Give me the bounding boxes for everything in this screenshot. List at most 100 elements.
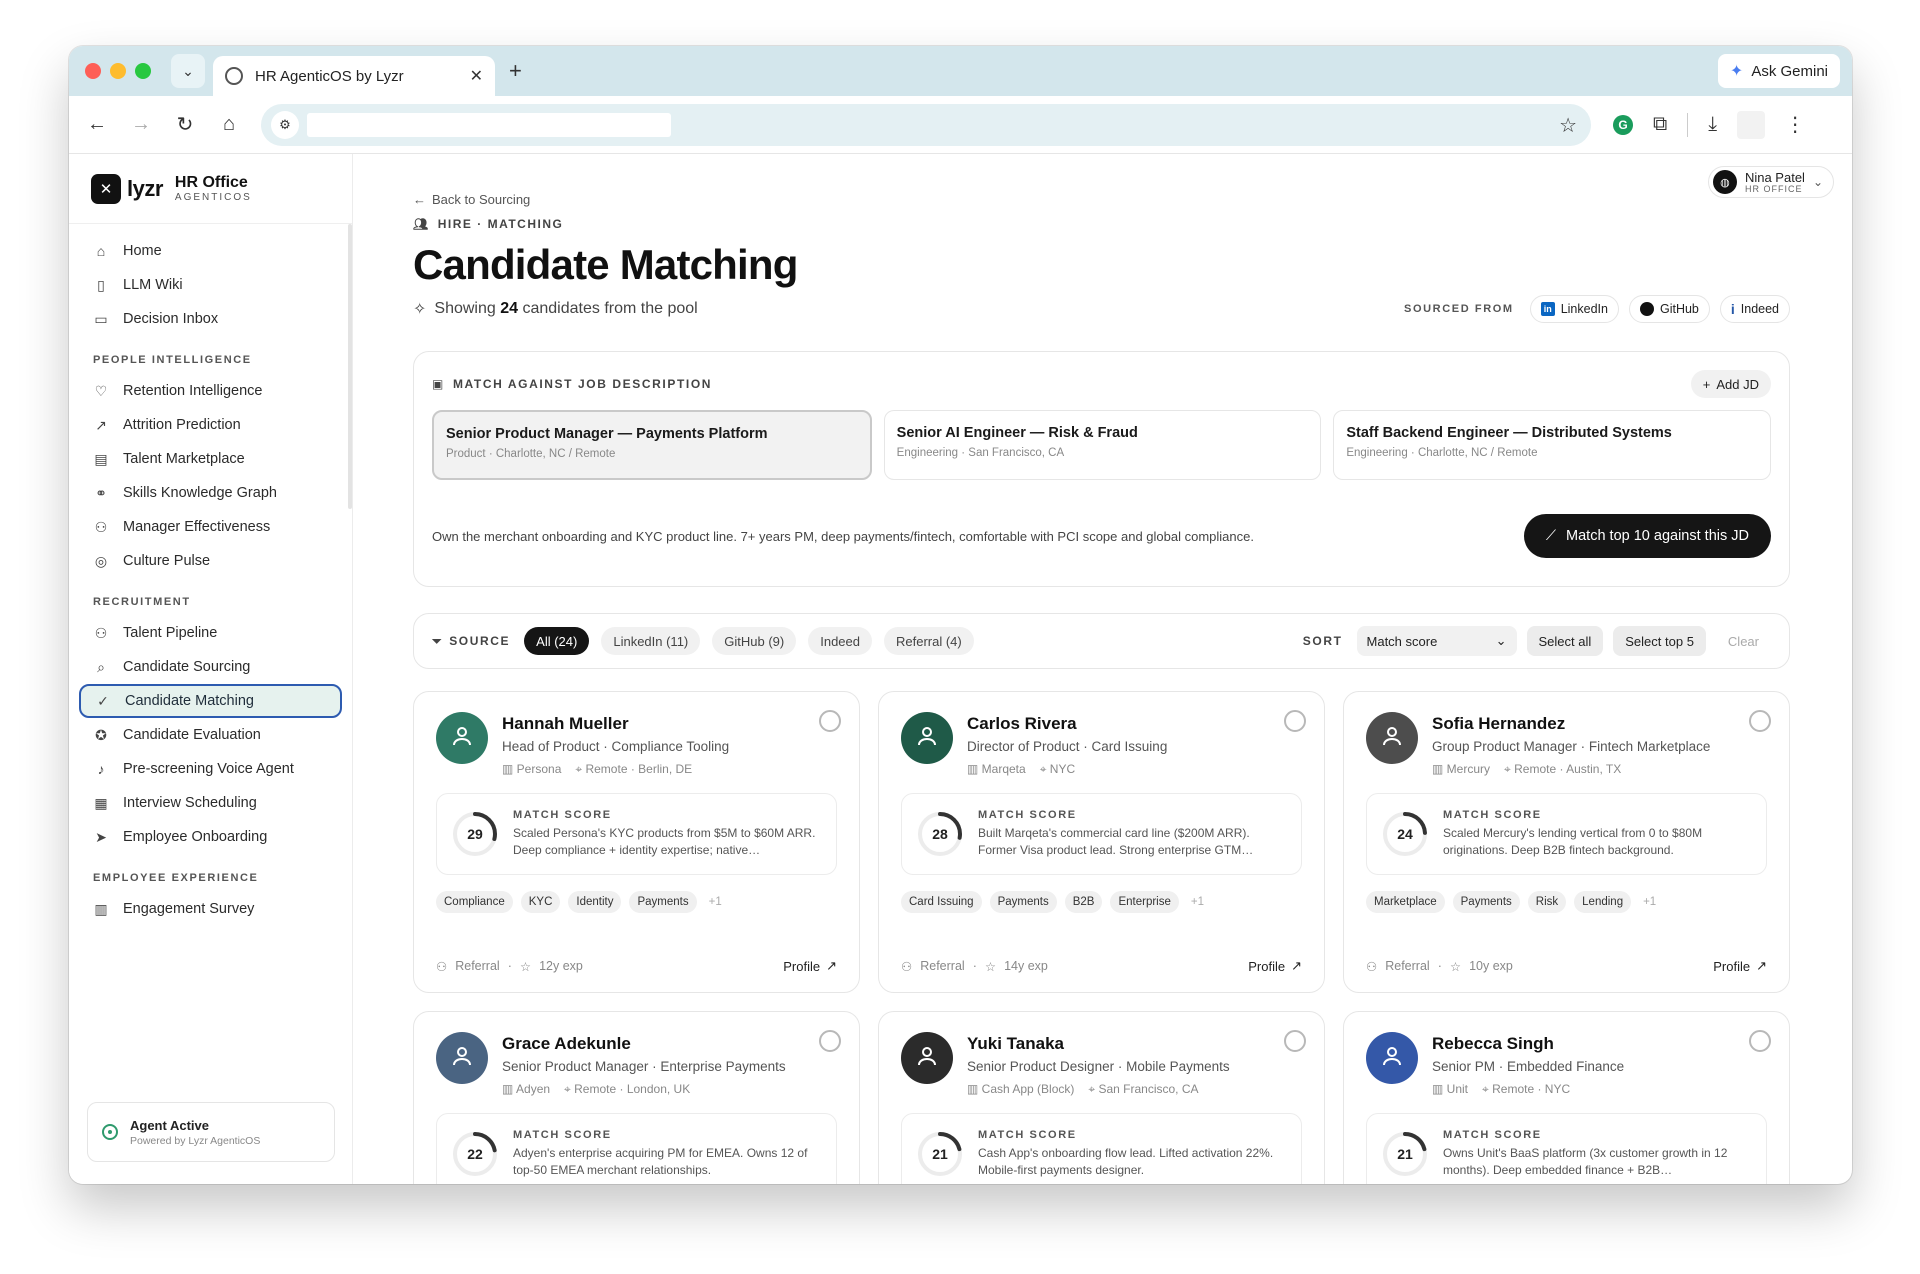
home-button[interactable]: ⌂ [207, 113, 251, 136]
sort-select[interactable]: Match score ⌄ [1356, 626, 1517, 656]
source-chip-indeed[interactable]: i Indeed [1719, 295, 1790, 323]
maximize-window-button[interactable] [135, 63, 151, 79]
sidebar-item-manager-effectiveness[interactable]: ⚇ Manager Effectiveness [79, 510, 342, 544]
candidate-footer-meta: ⚇ Referral · ☆ 12y exp [436, 959, 583, 974]
brand-tagline: AGENTICOS [174, 191, 252, 203]
select-checkbox[interactable] [819, 1030, 841, 1052]
select-checkbox[interactable] [819, 710, 841, 732]
sidebar-item-interview-scheduling[interactable]: ▦ Interview Scheduling [79, 786, 342, 820]
candidate-card[interactable]: Grace Adekunle Senior Product Manager · E… [413, 1011, 860, 1184]
source-filter-chip[interactable]: All (24) [524, 627, 590, 655]
candidate-card[interactable]: Hannah Mueller Head of Product · Complian… [413, 691, 860, 993]
sidebar-item-culture-pulse[interactable]: ◎ Culture Pulse [79, 544, 342, 578]
back-button[interactable]: ← [75, 113, 119, 136]
add-jd-button[interactable]: + Add JD [1690, 370, 1771, 398]
candidate-card[interactable]: Yuki Tanaka Senior Product Designer · Mob… [878, 1011, 1325, 1184]
jd-card[interactable]: Senior Product Manager — Payments Platfo… [432, 410, 872, 480]
tab-search-button[interactable]: ⌄ [171, 54, 205, 88]
match-score-box: 24 MATCH SCORE Scaled Mercury's lending ve… [1366, 793, 1767, 875]
download-icon[interactable]: ⤓ [1708, 113, 1717, 136]
sidebar-item-talent-pipeline[interactable]: ⚇ Talent Pipeline [79, 616, 342, 650]
location-name: Remote · Berlin, DE [585, 762, 693, 776]
user-icon [915, 724, 939, 753]
close-tab-icon[interactable]: ✕ [470, 66, 483, 86]
profile-link-label: Profile [1248, 958, 1286, 974]
bookmark-star-icon[interactable]: ☆ [1559, 113, 1577, 138]
sidebar-item-decision-inbox[interactable]: ▭ Decision Inbox [79, 302, 342, 336]
profile-link[interactable]: Profile ↗ [1713, 958, 1767, 974]
source-filter-chip[interactable]: Indeed [808, 627, 872, 655]
profile-link[interactable]: Profile ↗ [783, 958, 837, 974]
source-filter-chip[interactable]: Referral (4) [884, 627, 974, 655]
jd-card[interactable]: Senior AI Engineer — Risk & Fraud Enginee… [883, 410, 1322, 480]
site-settings-icon[interactable]: ⚙ [271, 110, 299, 139]
profile-avatar[interactable] [1737, 110, 1766, 139]
sidebar-item-attrition-prediction[interactable]: ↗ Attrition Prediction [79, 408, 342, 442]
match-score-ring: 22 [451, 1130, 499, 1178]
jd-description: Own the merchant onboarding and KYC prod… [432, 528, 1254, 544]
clear-selection-button[interactable]: Clear [1716, 626, 1771, 656]
jd-card[interactable]: Staff Backend Engineer — Distributed Sys… [1333, 410, 1772, 480]
agent-status-title: Agent Active [130, 1117, 209, 1133]
close-window-button[interactable] [85, 63, 101, 79]
candidate-card[interactable]: Sofia Hernandez Group Product Manager · F… [1343, 691, 1790, 993]
sidebar-item-pre-screening-voice-agent[interactable]: ♪ Pre-screening Voice Agent [79, 752, 342, 786]
sidebar-item-skills-knowledge-graph[interactable]: ⚭ Skills Knowledge Graph [79, 476, 342, 510]
grammarly-extension-icon[interactable]: G [1613, 114, 1633, 135]
new-tab-button[interactable]: + [509, 58, 522, 84]
skill-tag: Compliance [436, 891, 513, 913]
candidate-card[interactable]: Rebecca Singh Senior PM · Embedded Financ… [1343, 1011, 1790, 1184]
source-filter-chip[interactable]: LinkedIn (11) [601, 627, 701, 655]
extensions-puzzle-icon[interactable]: ⧉ [1653, 113, 1667, 136]
candidate-footer-meta: ⚇ Referral · ☆ 10y exp [1366, 959, 1513, 974]
sidebar-item-label: Engagement Survey [123, 901, 255, 917]
sidebar-item-candidate-evaluation[interactable]: ✪ Candidate Evaluation [79, 718, 342, 752]
candidate-card[interactable]: Carlos Rivera Director of Product · Card … [878, 691, 1325, 993]
sidebar-item-employee-onboarding[interactable]: ➤ Employee Onboarding [79, 820, 342, 854]
candidate-company: ▥ Adyen [502, 1082, 550, 1097]
match-top-10-button[interactable]: ⟋ Match top 10 against this JD [1523, 514, 1771, 558]
match-score-value: 28 [932, 826, 948, 842]
address-bar[interactable]: ⚙ ☆ [261, 103, 1591, 146]
candidate-name: Rebecca Singh [1432, 1034, 1554, 1053]
sidebar-scrollbar[interactable] [348, 224, 352, 509]
jd-footer: Own the merchant onboarding and KYC prod… [432, 514, 1771, 558]
source-chip-linkedin[interactable]: in LinkedIn [1529, 295, 1619, 323]
source-filter-chip[interactable]: GitHub (9) [712, 627, 797, 655]
select-checkbox[interactable] [1284, 1030, 1306, 1052]
ask-gemini-button[interactable]: ✦ Ask Gemini [1717, 54, 1840, 88]
candidate-meta: ▥ Mercury ⌖ Remote · Austin, TX [1432, 762, 1710, 777]
reload-button[interactable]: ↻ [163, 112, 207, 137]
sidebar-item-retention-intelligence[interactable]: ♡ Retention Intelligence [79, 374, 342, 408]
plus-icon: + [1702, 376, 1711, 392]
select-checkbox[interactable] [1749, 1030, 1771, 1052]
sidebar-item-home[interactable]: ⌂ Home [79, 234, 342, 268]
sidebar-item-candidate-matching[interactable]: ✓ Candidate Matching [79, 684, 342, 718]
sidebar-item-label: Home [123, 243, 162, 259]
more-menu-icon[interactable]: ⋮ [1785, 112, 1805, 137]
sidebar-item-llm-wiki[interactable]: ▯ LLM Wiki [79, 268, 342, 302]
select-top-5-button[interactable]: Select top 5 [1613, 626, 1706, 656]
candidate-name: Yuki Tanaka [967, 1034, 1065, 1053]
candidate-meta: ▥ Adyen ⌖ Remote · London, UK [502, 1082, 786, 1097]
minimize-window-button[interactable] [110, 63, 126, 79]
sidebar-item-engagement-survey[interactable]: ▥ Engagement Survey [79, 892, 342, 926]
location-name: NYC [1049, 762, 1076, 776]
select-all-button[interactable]: Select all [1526, 626, 1604, 656]
user-menu[interactable]: ◍ Nina Patel HR OFFICE ⌄ [1707, 166, 1834, 198]
select-checkbox[interactable] [1284, 710, 1306, 732]
source-chip-github[interactable]: GitHub [1628, 295, 1710, 323]
select-checkbox[interactable] [1749, 710, 1771, 732]
sidebar-item-candidate-sourcing[interactable]: ⌕ Candidate Sourcing [79, 650, 342, 684]
company-name: Adyen [516, 1082, 551, 1096]
brand[interactable]: ✕ lyzr HR Office AGENTICOS [69, 154, 352, 224]
url-field[interactable] [307, 112, 671, 137]
candidate-info: Yuki Tanaka Senior Product Designer · Mob… [967, 1032, 1230, 1097]
pulse-icon: ◎ [94, 552, 108, 569]
back-to-sourcing-link[interactable]: ← Back to Sourcing [413, 192, 1790, 207]
profile-link[interactable]: Profile ↗ [1248, 958, 1302, 974]
browser-tab-active[interactable]: HR AgenticOS by Lyzr ✕ [213, 56, 495, 96]
match-summary: Scaled Persona's KYC products from $5M t… [513, 826, 816, 857]
forward-button[interactable]: → [119, 113, 163, 136]
sidebar-item-talent-marketplace[interactable]: ▤ Talent Marketplace [79, 442, 342, 476]
